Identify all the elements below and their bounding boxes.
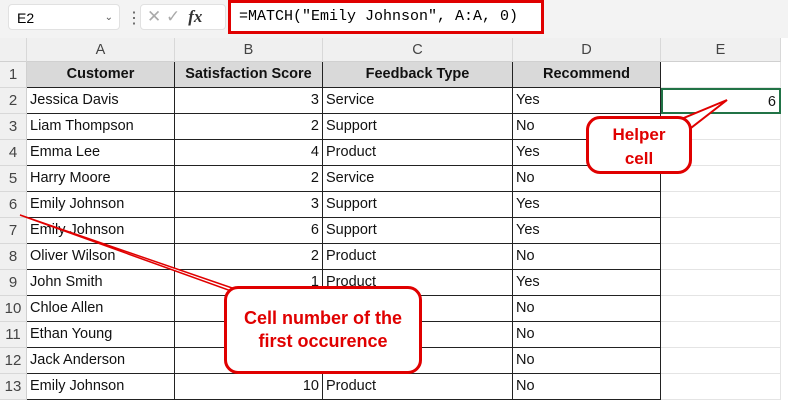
cell[interactable]: Emily Johnson [27,192,175,218]
cell[interactable] [661,62,781,88]
column-header-c[interactable]: C [323,38,513,62]
row-header[interactable]: 12 [0,348,27,374]
header-cell[interactable]: Customer [27,62,175,88]
cell[interactable] [661,348,781,374]
row-header[interactable]: 8 [0,244,27,270]
cell[interactable]: Jack Anderson [27,348,175,374]
row-header[interactable]: 2 [0,88,27,114]
callout-line: cell [589,147,689,171]
cell[interactable] [661,244,781,270]
cell[interactable]: Support [323,218,513,244]
cell[interactable]: No [513,348,661,374]
cell[interactable] [661,296,781,322]
formula-buttons: ✕ ✓ fx [140,4,226,30]
cell[interactable]: Emily Johnson [27,218,175,244]
cell[interactable]: Jessica Davis [27,88,175,114]
cell[interactable]: No [513,374,661,400]
cell[interactable]: Product [323,374,513,400]
cell[interactable]: 10 [175,374,323,400]
formula-input[interactable]: =MATCH("Emily Johnson", A:A, 0) [228,0,544,34]
callout-line: first occurence [227,330,419,353]
cell[interactable]: No [513,244,661,270]
cell[interactable]: 3 [175,192,323,218]
row-header[interactable]: 7 [0,218,27,244]
first-occurrence-callout: Cell number of the first occurence [224,286,422,374]
row-header[interactable]: 10 [0,296,27,322]
cell[interactable]: Yes [513,88,661,114]
cell[interactable] [661,218,781,244]
cell[interactable]: Service [323,166,513,192]
cell[interactable]: Harry Moore [27,166,175,192]
cell[interactable]: Chloe Allen [27,296,175,322]
cell[interactable]: Yes [513,218,661,244]
row-header[interactable]: 6 [0,192,27,218]
select-all-corner[interactable] [0,38,27,62]
row-header[interactable]: 13 [0,374,27,400]
cell[interactable]: 3 [175,88,323,114]
row-header[interactable]: 11 [0,322,27,348]
cell[interactable] [661,270,781,296]
row-header[interactable]: 5 [0,166,27,192]
cell[interactable]: Ethan Young [27,322,175,348]
cell[interactable]: Yes [513,270,661,296]
column-header-d[interactable]: D [513,38,661,62]
cell[interactable]: No [513,296,661,322]
name-box[interactable]: E2 ⌄ [8,4,120,30]
cell[interactable]: 4 [175,140,323,166]
cell[interactable]: Support [323,192,513,218]
cancel-icon[interactable]: ✕ [147,7,161,26]
enter-icon[interactable]: ✓ [166,7,180,26]
selected-cell-e2[interactable]: 6 [661,88,781,114]
column-header-b[interactable]: B [175,38,323,62]
cell[interactable]: 2 [175,114,323,140]
formula-bar: E2⌄ ⋮ ✕ ✓fx =MATCH("Emily Johnson", A:A,… [0,0,788,38]
cell[interactable]: Service [323,88,513,114]
name-box-value: E2 [17,10,34,26]
cell[interactable]: No [513,322,661,348]
helper-cell-callout: Helper cell [586,116,692,174]
row-header[interactable]: 4 [0,140,27,166]
cell[interactable]: Support [323,114,513,140]
cell[interactable]: Oliver Wilson [27,244,175,270]
header-cell[interactable]: Recommend [513,62,661,88]
cell[interactable]: Liam Thompson [27,114,175,140]
column-header-e[interactable]: E [661,38,781,62]
cell[interactable]: Emily Johnson [27,374,175,400]
callout-line: Cell number of the [227,307,419,330]
chevron-down-icon[interactable]: ⌄ [105,5,113,31]
cell[interactable]: Product [323,244,513,270]
cell[interactable]: Yes [513,192,661,218]
header-cell[interactable]: Satisfaction Score [175,62,323,88]
cell[interactable]: 2 [175,166,323,192]
cell[interactable] [661,374,781,400]
cell[interactable]: 6 [175,218,323,244]
cell[interactable]: Emma Lee [27,140,175,166]
cell[interactable] [661,192,781,218]
callout-line: Helper [589,123,689,147]
cell[interactable] [661,322,781,348]
fx-icon[interactable]: fx [188,7,202,26]
header-cell[interactable]: Feedback Type [323,62,513,88]
row-header[interactable]: 9 [0,270,27,296]
cell[interactable]: John Smith [27,270,175,296]
row-header[interactable]: 3 [0,114,27,140]
cell[interactable]: Product [323,140,513,166]
cell[interactable]: 2 [175,244,323,270]
column-header-a[interactable]: A [27,38,175,62]
row-header[interactable]: 1 [0,62,27,88]
